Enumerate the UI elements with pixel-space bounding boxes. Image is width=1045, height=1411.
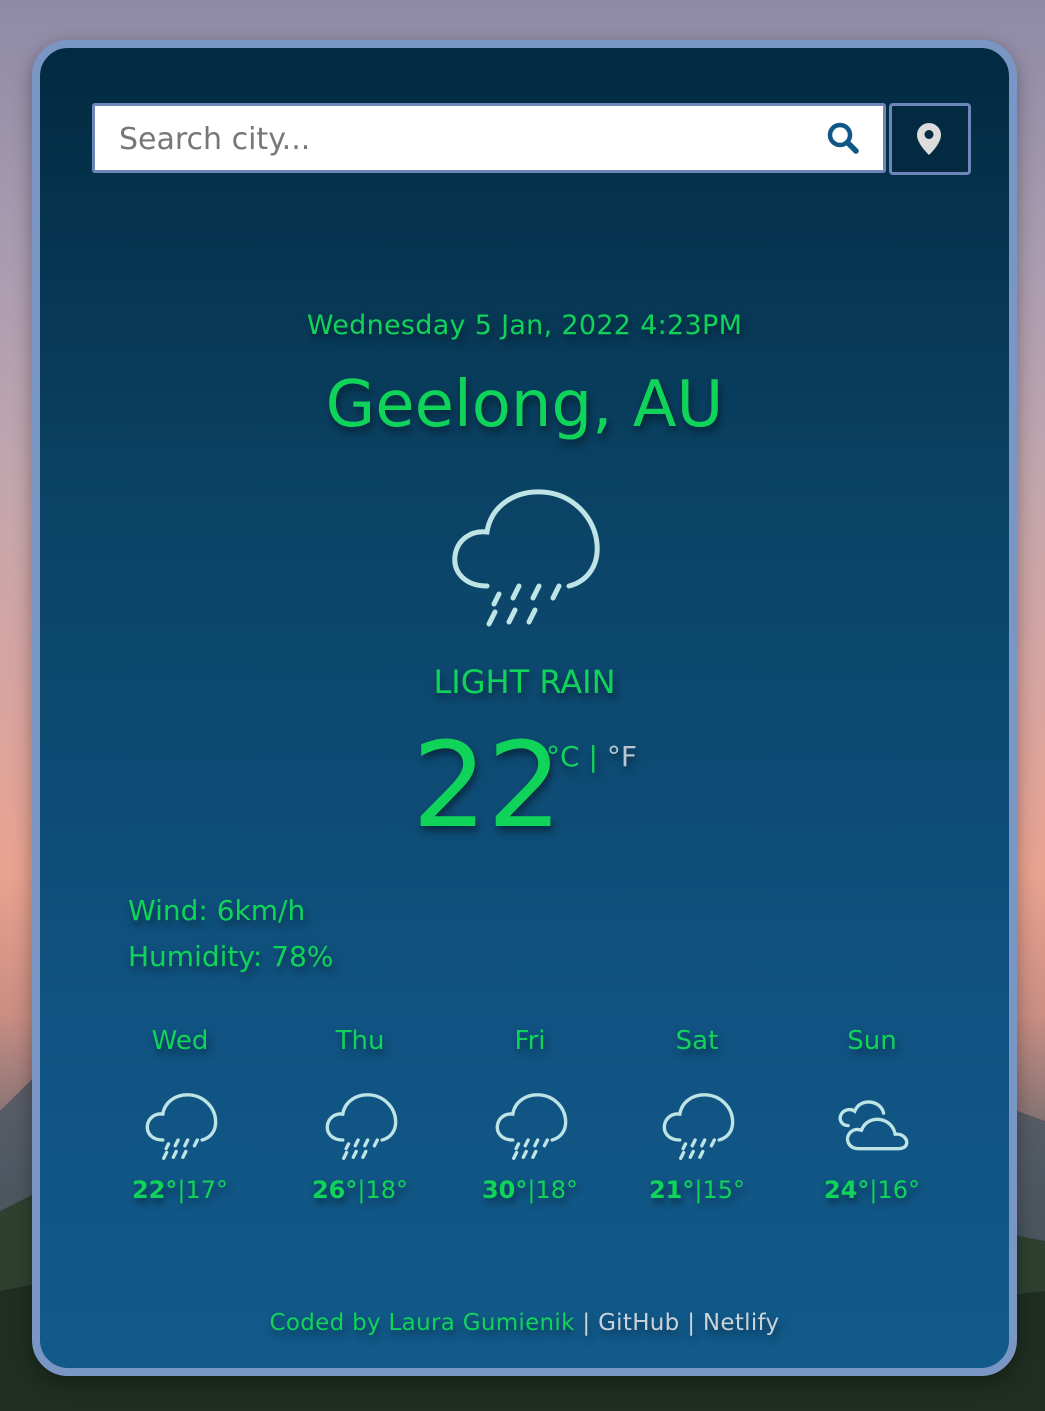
unit-toggle: °C | °F bbox=[546, 740, 637, 773]
humidity: Humidity: 78% bbox=[128, 940, 334, 973]
search-input[interactable] bbox=[117, 106, 811, 172]
rain-cloud-icon bbox=[322, 1092, 400, 1168]
cloudy-icon bbox=[834, 1092, 912, 1168]
forecast-min: 18° bbox=[535, 1176, 579, 1204]
forecast-temps: 26°|18° bbox=[290, 1176, 430, 1204]
forecast-day: Sun 24°|16° bbox=[802, 1026, 942, 1204]
footer: Coded by Laura Gumienik | GitHub | Netli… bbox=[40, 1310, 1009, 1336]
forecast-min: 18° bbox=[365, 1176, 409, 1204]
footer-separator: | bbox=[582, 1310, 591, 1336]
current-location-button[interactable] bbox=[889, 103, 971, 175]
forecast-day-name: Sat bbox=[675, 1026, 719, 1056]
forecast-day: Sat 21°|15° bbox=[627, 1026, 767, 1204]
forecast-day-name: Thu bbox=[335, 1026, 385, 1056]
current-datetime: Wednesday 5 Jan, 2022 4:23PM bbox=[306, 310, 743, 341]
forecast-min: 17° bbox=[185, 1176, 229, 1204]
search-icon[interactable] bbox=[825, 120, 861, 156]
netlify-link[interactable]: Netlify bbox=[703, 1310, 780, 1336]
weather-card: Wednesday 5 Jan, 2022 4:23PM Geelong, AU… bbox=[32, 40, 1017, 1376]
location-pin-icon bbox=[917, 123, 941, 155]
forecast-day-name: Fri bbox=[514, 1026, 546, 1056]
forecast-row: Wed 22°|17° Thu 26°|18° Fri 30°|18° Sat bbox=[92, 1026, 967, 1246]
forecast-temps: 22°|17° bbox=[110, 1176, 250, 1204]
rain-cloud-icon bbox=[142, 1092, 220, 1168]
wind-speed: Wind: 6km/h bbox=[128, 894, 306, 927]
forecast-max: 24° bbox=[823, 1176, 870, 1204]
forecast-temps: 30°|18° bbox=[460, 1176, 600, 1204]
forecast-day-name: Wed bbox=[151, 1026, 209, 1056]
weather-description: LIGHT RAIN bbox=[433, 663, 616, 701]
forecast-day: Thu 26°|18° bbox=[290, 1026, 430, 1204]
forecast-day: Fri 30°|18° bbox=[460, 1026, 600, 1204]
current-temperature: 22 bbox=[412, 716, 563, 854]
forecast-max: 22° bbox=[131, 1176, 178, 1204]
forecast-temps: 21°|15° bbox=[627, 1176, 767, 1204]
city-name: Geelong, AU bbox=[325, 368, 724, 442]
weather-details: Wind: 6km/h Humidity: 78% bbox=[128, 888, 334, 980]
forecast-max: 30° bbox=[481, 1176, 528, 1204]
fahrenheit-link[interactable]: °F bbox=[607, 740, 637, 773]
forecast-max: 26° bbox=[311, 1176, 358, 1204]
forecast-min: 16° bbox=[877, 1176, 921, 1204]
search-box bbox=[92, 103, 886, 173]
celsius-link[interactable]: °C bbox=[546, 740, 580, 773]
github-link[interactable]: GitHub bbox=[598, 1310, 680, 1336]
rain-cloud-icon bbox=[445, 486, 605, 640]
search-bar bbox=[92, 103, 971, 175]
credit-link[interactable]: Coded by Laura Gumienik bbox=[270, 1310, 575, 1336]
unit-separator: | bbox=[588, 740, 598, 773]
forecast-temps: 24°|16° bbox=[802, 1176, 942, 1204]
forecast-min: 15° bbox=[702, 1176, 746, 1204]
forecast-max: 21° bbox=[648, 1176, 695, 1204]
forecast-day: Wed 22°|17° bbox=[110, 1026, 250, 1204]
footer-separator: | bbox=[687, 1310, 696, 1336]
forecast-day-name: Sun bbox=[847, 1026, 897, 1056]
rain-cloud-icon bbox=[659, 1092, 737, 1168]
rain-cloud-icon bbox=[492, 1092, 570, 1168]
